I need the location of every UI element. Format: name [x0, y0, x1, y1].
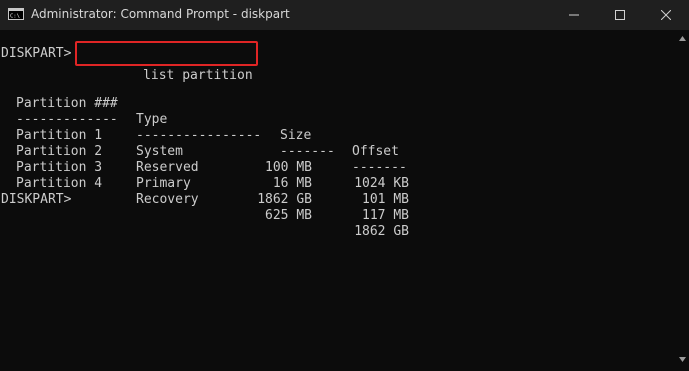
maximize-button[interactable] [597, 0, 643, 30]
vertical-scrollbar[interactable] [677, 30, 689, 371]
table-row: Partition 2 Reserved 16 MB 101 MB [1, 128, 689, 207]
scroll-up-arrow-icon[interactable] [679, 36, 686, 41]
cell-partition: Partition 4 [16, 176, 103, 191]
window-title: Administrator: Command Prompt - diskpart [31, 7, 290, 21]
cell-offset: 1862 GB [354, 224, 409, 239]
console-output[interactable]: DISKPART> list partition Partition ### T… [0, 40, 689, 371]
cell-size: 1862 GB [257, 192, 312, 207]
cell-offset: 1024 KB [354, 176, 409, 191]
command-line: DISKPART> list partition [1, 40, 258, 83]
cmd-icon: C:\ [8, 8, 24, 20]
cell-size: 16 MB [272, 176, 312, 191]
table-separator: ------------- ---------------- ------- -… [1, 96, 689, 175]
command-prompt-window: C:\ Administrator: Command Prompt - disk… [0, 0, 689, 371]
final-prompt: DISKPART> [1, 192, 72, 207]
prompt-text: DISKPART> [1, 46, 72, 61]
table-row: Partition 1 System 100 MB 1024 KB [1, 112, 689, 191]
table-header: Partition ### Type Size Offset [1, 80, 689, 159]
minimize-icon [569, 14, 579, 16]
scroll-down-arrow-icon[interactable] [679, 357, 686, 362]
minimize-button[interactable] [551, 0, 597, 30]
cell-type: Primary [136, 176, 191, 191]
highlighted-command: list partition [75, 40, 258, 83]
cell-type: Recovery [136, 192, 199, 207]
table-row: Partition 3 Primary 1862 GB 117 MB [1, 144, 689, 223]
maximize-icon [615, 10, 625, 20]
table-row: Partition 4 Recovery 625 MB 1862 GB [1, 160, 689, 239]
title-bar[interactable]: C:\ Administrator: Command Prompt - disk… [0, 0, 689, 30]
cell-offset: 117 MB [362, 208, 409, 223]
window-controls [551, 0, 689, 30]
close-icon [661, 10, 671, 20]
close-button[interactable] [643, 0, 689, 30]
svg-text:C:\: C:\ [10, 14, 20, 20]
cell-offset: 101 MB [362, 192, 409, 207]
cell-size: 625 MB [265, 208, 312, 223]
